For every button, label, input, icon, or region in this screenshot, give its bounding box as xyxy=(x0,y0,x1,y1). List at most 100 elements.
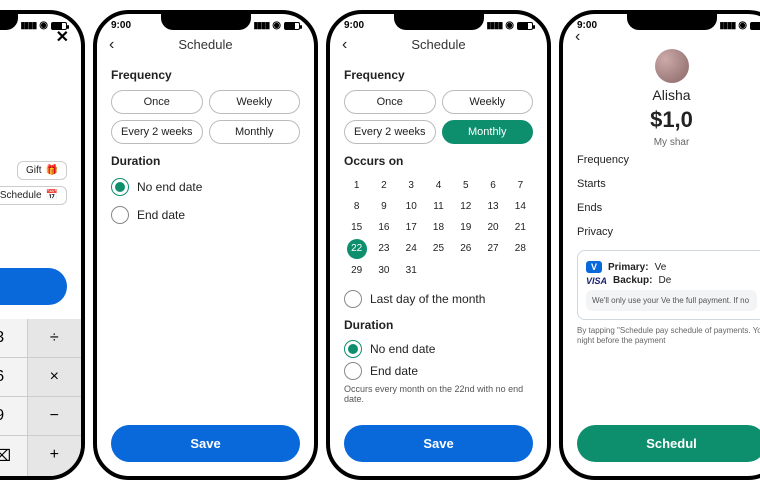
calendar-day[interactable]: 7 xyxy=(508,176,533,195)
schedule-payment-button[interactable]: Schedul xyxy=(577,425,760,462)
calendar-day[interactable]: 3 xyxy=(399,176,424,195)
radio-no-end[interactable]: No end date xyxy=(111,178,300,196)
calendar-day[interactable]: 9 xyxy=(371,197,396,216)
notch xyxy=(161,14,251,30)
key-backspace[interactable]: ⌫ xyxy=(0,436,27,476)
calendar-day[interactable]: 19 xyxy=(453,218,478,237)
back-icon[interactable]: ‹ xyxy=(342,36,347,54)
calendar-day[interactable]: 25 xyxy=(426,239,451,259)
calendar-day[interactable]: 2 xyxy=(371,176,396,195)
freq-monthly[interactable]: Monthly xyxy=(442,120,534,144)
calendar-day[interactable]: 28 xyxy=(508,239,533,259)
calendar-day[interactable]: 30 xyxy=(371,261,396,280)
calendar-day[interactable]: 12 xyxy=(453,197,478,216)
pay-button[interactable]: Pay xyxy=(0,268,67,305)
notch xyxy=(394,14,484,30)
calendar-day[interactable]: 11 xyxy=(426,197,451,216)
radio-icon xyxy=(344,362,362,380)
radio-last-day[interactable]: Last day of the month xyxy=(344,290,533,308)
calendar-day[interactable]: 26 xyxy=(453,239,478,259)
payment-note: My shar xyxy=(654,137,690,148)
calendar-day[interactable]: 20 xyxy=(480,218,505,237)
amount: $1,0 xyxy=(650,107,693,133)
page-title: Schedule xyxy=(178,37,232,52)
avatar xyxy=(655,49,689,83)
back-icon[interactable]: ‹ xyxy=(109,36,114,54)
calendar-day[interactable]: 16 xyxy=(371,218,396,237)
freq-biweekly[interactable]: Every 2 weeks xyxy=(111,120,203,144)
row-frequency[interactable]: Frequency xyxy=(577,148,760,172)
row-privacy[interactable]: Privacy xyxy=(577,220,760,244)
page-title: Schedule xyxy=(411,37,465,52)
payment-method-card[interactable]: VPrimary:Ve VISABackup:De We'll only use… xyxy=(577,250,760,320)
occurs-heading: Occurs on xyxy=(344,154,533,168)
radio-end-date[interactable]: End date xyxy=(344,362,533,380)
label: Frequency xyxy=(577,154,629,166)
radio-label: No end date xyxy=(370,342,435,356)
signal-icon: ▮▮▮▮ xyxy=(486,20,502,31)
freq-once[interactable]: Once xyxy=(111,90,203,114)
row-starts[interactable]: Starts xyxy=(577,172,760,196)
calendar-day[interactable]: 4 xyxy=(426,176,451,195)
signal-icon: ▮▮▮▮ xyxy=(20,20,36,31)
calendar-day[interactable]: 1 xyxy=(344,176,369,195)
recipient-name: Alisha xyxy=(652,87,690,103)
duration-heading: Duration xyxy=(344,318,533,332)
recipient-name: urston xyxy=(0,89,67,106)
calendar-day[interactable]: 24 xyxy=(399,239,424,259)
calendar-day[interactable]: 6 xyxy=(480,176,505,195)
save-button[interactable]: Save xyxy=(111,425,300,462)
save-button[interactable]: Save xyxy=(344,425,533,462)
phone-schedule-calendar: 9:00 ▮▮▮▮ ◉ ‹ Schedule Frequency Once We… xyxy=(326,10,551,480)
calendar-grid: 1234567891011121314151617181920212223242… xyxy=(344,176,533,280)
calendar-day[interactable]: 22 xyxy=(347,239,367,259)
wifi-icon: ◉ xyxy=(738,20,747,31)
frequency-heading: Frequency xyxy=(344,68,533,82)
status-time: 9:00 xyxy=(111,20,131,31)
key-multiply[interactable]: × xyxy=(28,358,82,396)
backup-value: De xyxy=(658,275,671,286)
close-icon[interactable]: ✕ xyxy=(56,27,69,47)
freq-once[interactable]: Once xyxy=(344,90,436,114)
signal-icon: ▮▮▮▮ xyxy=(253,20,269,31)
calendar-day[interactable]: 13 xyxy=(480,197,505,216)
venmo-icon: V xyxy=(586,261,602,273)
key-6[interactable]: 6 xyxy=(0,358,27,396)
nav-row: ✕ xyxy=(0,33,81,45)
calendar-day[interactable]: 15 xyxy=(344,218,369,237)
key-minus[interactable]: − xyxy=(28,397,82,435)
key-9[interactable]: 9 xyxy=(0,397,27,435)
radio-end-date[interactable]: End date xyxy=(111,206,300,224)
freq-weekly[interactable]: Weekly xyxy=(209,90,301,114)
calendar-day[interactable]: 8 xyxy=(344,197,369,216)
calendar-day[interactable]: 14 xyxy=(508,197,533,216)
calendar-icon: 📅 xyxy=(46,190,58,201)
schedule-chip[interactable]: Schedule 📅 xyxy=(0,186,67,205)
calendar-day[interactable]: 29 xyxy=(344,261,369,280)
key-plus[interactable]: + xyxy=(28,436,82,476)
back-icon[interactable]: ‹ xyxy=(575,28,580,46)
freq-biweekly[interactable]: Every 2 weeks xyxy=(344,120,436,144)
calendar-day[interactable]: 18 xyxy=(426,218,451,237)
radio-label: No end date xyxy=(137,180,202,194)
schedule-chip-label: Schedule xyxy=(0,190,42,201)
phone-confirm: 9:00 ▮▮▮▮ ◉ ‹ Alisha $1,0 My shar Freque… xyxy=(559,10,760,480)
label: Ends xyxy=(577,202,602,214)
key-3[interactable]: 3 xyxy=(0,319,27,357)
calendar-day[interactable]: 10 xyxy=(399,197,424,216)
calendar-day[interactable]: 31 xyxy=(399,261,424,280)
calendar-day[interactable]: 27 xyxy=(480,239,505,259)
gift-icon: 🎁 xyxy=(46,165,58,176)
calendar-day[interactable]: 23 xyxy=(371,239,396,259)
calendar-day[interactable]: 5 xyxy=(453,176,478,195)
gift-chip[interactable]: Gift🎁 xyxy=(17,161,67,180)
freq-weekly[interactable]: Weekly xyxy=(442,90,534,114)
row-ends[interactable]: Ends xyxy=(577,196,760,220)
freq-monthly[interactable]: Monthly xyxy=(209,120,301,144)
key-divide[interactable]: ÷ xyxy=(28,319,82,357)
battery-icon xyxy=(750,22,760,30)
calendar-day[interactable]: 17 xyxy=(399,218,424,237)
schedule-hint: Occurs every month on the 22nd with no e… xyxy=(344,384,533,404)
calendar-day[interactable]: 21 xyxy=(508,218,533,237)
radio-no-end[interactable]: No end date xyxy=(344,340,533,358)
